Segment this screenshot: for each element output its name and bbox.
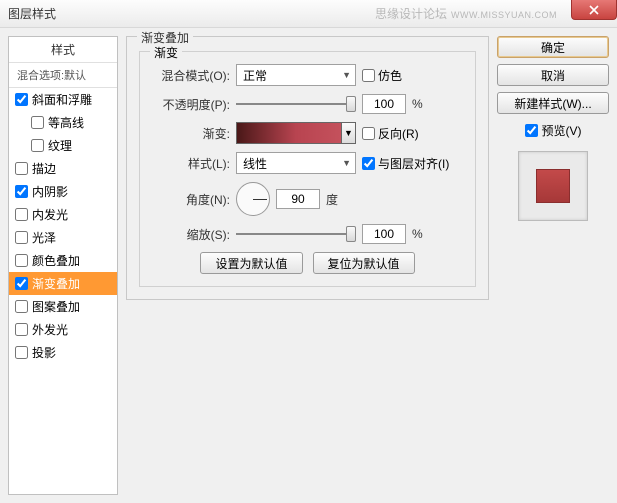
- style-checkbox[interactable]: [15, 93, 28, 106]
- style-item-7[interactable]: 颜色叠加: [9, 249, 117, 272]
- style-item-2[interactable]: 纹理: [9, 134, 117, 157]
- style-item-6[interactable]: 光泽: [9, 226, 117, 249]
- style-checkbox[interactable]: [15, 277, 28, 290]
- opacity-slider[interactable]: [236, 95, 356, 113]
- style-label: 等高线: [48, 114, 84, 131]
- blend-mode-select[interactable]: 正常 ▼: [236, 64, 356, 86]
- style-label: 光泽: [32, 229, 56, 246]
- style-checkbox[interactable]: [15, 323, 28, 336]
- style-label: 样式(L):: [154, 155, 230, 172]
- style-checkbox[interactable]: [15, 346, 28, 359]
- style-checkbox[interactable]: [15, 254, 28, 267]
- style-label: 图案叠加: [32, 298, 80, 315]
- opacity-input[interactable]: 100: [362, 94, 406, 114]
- style-item-1[interactable]: 等高线: [9, 111, 117, 134]
- ok-button[interactable]: 确定: [497, 36, 609, 58]
- style-item-5[interactable]: 内发光: [9, 203, 117, 226]
- style-checkbox[interactable]: [31, 139, 44, 152]
- chevron-down-icon: ▼: [341, 123, 355, 143]
- style-checkbox[interactable]: [15, 231, 28, 244]
- style-checkbox[interactable]: [15, 300, 28, 313]
- close-icon: [589, 5, 599, 15]
- gradient-label: 渐变:: [154, 125, 230, 142]
- preview-swatch: [536, 169, 570, 203]
- sidebar-blend-options[interactable]: 混合选项:默认: [9, 63, 117, 88]
- style-label: 渐变叠加: [32, 275, 80, 292]
- styles-sidebar: 样式 混合选项:默认 斜面和浮雕等高线纹理描边内阴影内发光光泽颜色叠加渐变叠加图…: [8, 36, 118, 495]
- preview-checkbox[interactable]: 预览(V): [497, 122, 609, 139]
- preview-box: [518, 151, 588, 221]
- style-item-9[interactable]: 图案叠加: [9, 295, 117, 318]
- chevron-down-icon: ▼: [342, 70, 351, 80]
- style-item-10[interactable]: 外发光: [9, 318, 117, 341]
- style-select[interactable]: 线性 ▼: [236, 152, 356, 174]
- style-label: 内发光: [32, 206, 68, 223]
- titlebar: 图层样式 思缘设计论坛WWW.MISSYUAN.COM: [0, 0, 617, 28]
- style-label: 外发光: [32, 321, 68, 338]
- style-item-3[interactable]: 描边: [9, 157, 117, 180]
- style-item-11[interactable]: 投影: [9, 341, 117, 364]
- make-default-button[interactable]: 设置为默认值: [200, 252, 302, 274]
- style-label: 颜色叠加: [32, 252, 80, 269]
- align-checkbox[interactable]: 与图层对齐(I): [362, 155, 449, 172]
- blend-mode-label: 混合模式(O):: [154, 67, 230, 84]
- gradient-picker[interactable]: ▼: [236, 122, 356, 144]
- angle-label: 角度(N):: [154, 191, 230, 208]
- scale-label: 缩放(S):: [154, 226, 230, 243]
- percent-unit: %: [412, 227, 423, 241]
- sidebar-header[interactable]: 样式: [9, 37, 117, 63]
- style-checkbox[interactable]: [15, 185, 28, 198]
- style-checkbox[interactable]: [31, 116, 44, 129]
- new-style-button[interactable]: 新建样式(W)...: [497, 92, 609, 114]
- opacity-label: 不透明度(P):: [154, 96, 230, 113]
- dialog-content: 样式 混合选项:默认 斜面和浮雕等高线纹理描边内阴影内发光光泽颜色叠加渐变叠加图…: [0, 28, 617, 503]
- action-panel: 确定 取消 新建样式(W)... 预览(V): [497, 36, 609, 495]
- reverse-checkbox[interactable]: 反向(R): [362, 125, 419, 142]
- percent-unit: %: [412, 97, 423, 111]
- style-label: 斜面和浮雕: [32, 91, 92, 108]
- style-label: 投影: [32, 344, 56, 361]
- style-checkbox[interactable]: [15, 162, 28, 175]
- style-list: 斜面和浮雕等高线纹理描边内阴影内发光光泽颜色叠加渐变叠加图案叠加外发光投影: [9, 88, 117, 494]
- style-label: 内阴影: [32, 183, 68, 200]
- gradient-overlay-group: 渐变叠加 渐变 混合模式(O): 正常 ▼ 仿色 不透明度(P): 100 %: [126, 36, 489, 300]
- dither-checkbox[interactable]: 仿色: [362, 67, 402, 84]
- style-value: 线性: [243, 155, 267, 172]
- window-title: 图层样式: [8, 5, 56, 22]
- scale-input[interactable]: 100: [362, 224, 406, 244]
- style-item-0[interactable]: 斜面和浮雕: [9, 88, 117, 111]
- style-checkbox[interactable]: [15, 208, 28, 221]
- degree-unit: 度: [326, 191, 338, 208]
- options-panel: 渐变叠加 渐变 混合模式(O): 正常 ▼ 仿色 不透明度(P): 100 %: [126, 36, 489, 495]
- reset-default-button[interactable]: 复位为默认值: [313, 252, 415, 274]
- gradient-subgroup: 渐变 混合模式(O): 正常 ▼ 仿色 不透明度(P): 100 %: [139, 51, 476, 287]
- cancel-button[interactable]: 取消: [497, 64, 609, 86]
- watermark: 思缘设计论坛WWW.MISSYUAN.COM: [375, 5, 557, 22]
- close-button[interactable]: [571, 0, 617, 20]
- angle-input[interactable]: 90: [276, 189, 320, 209]
- style-item-8[interactable]: 渐变叠加: [9, 272, 117, 295]
- blend-mode-value: 正常: [243, 67, 267, 84]
- chevron-down-icon: ▼: [342, 158, 351, 168]
- style-label: 描边: [32, 160, 56, 177]
- scale-slider[interactable]: [236, 225, 356, 243]
- subgroup-legend: 渐变: [150, 44, 182, 61]
- style-item-4[interactable]: 内阴影: [9, 180, 117, 203]
- style-label: 纹理: [48, 137, 72, 154]
- angle-dial[interactable]: [236, 182, 270, 216]
